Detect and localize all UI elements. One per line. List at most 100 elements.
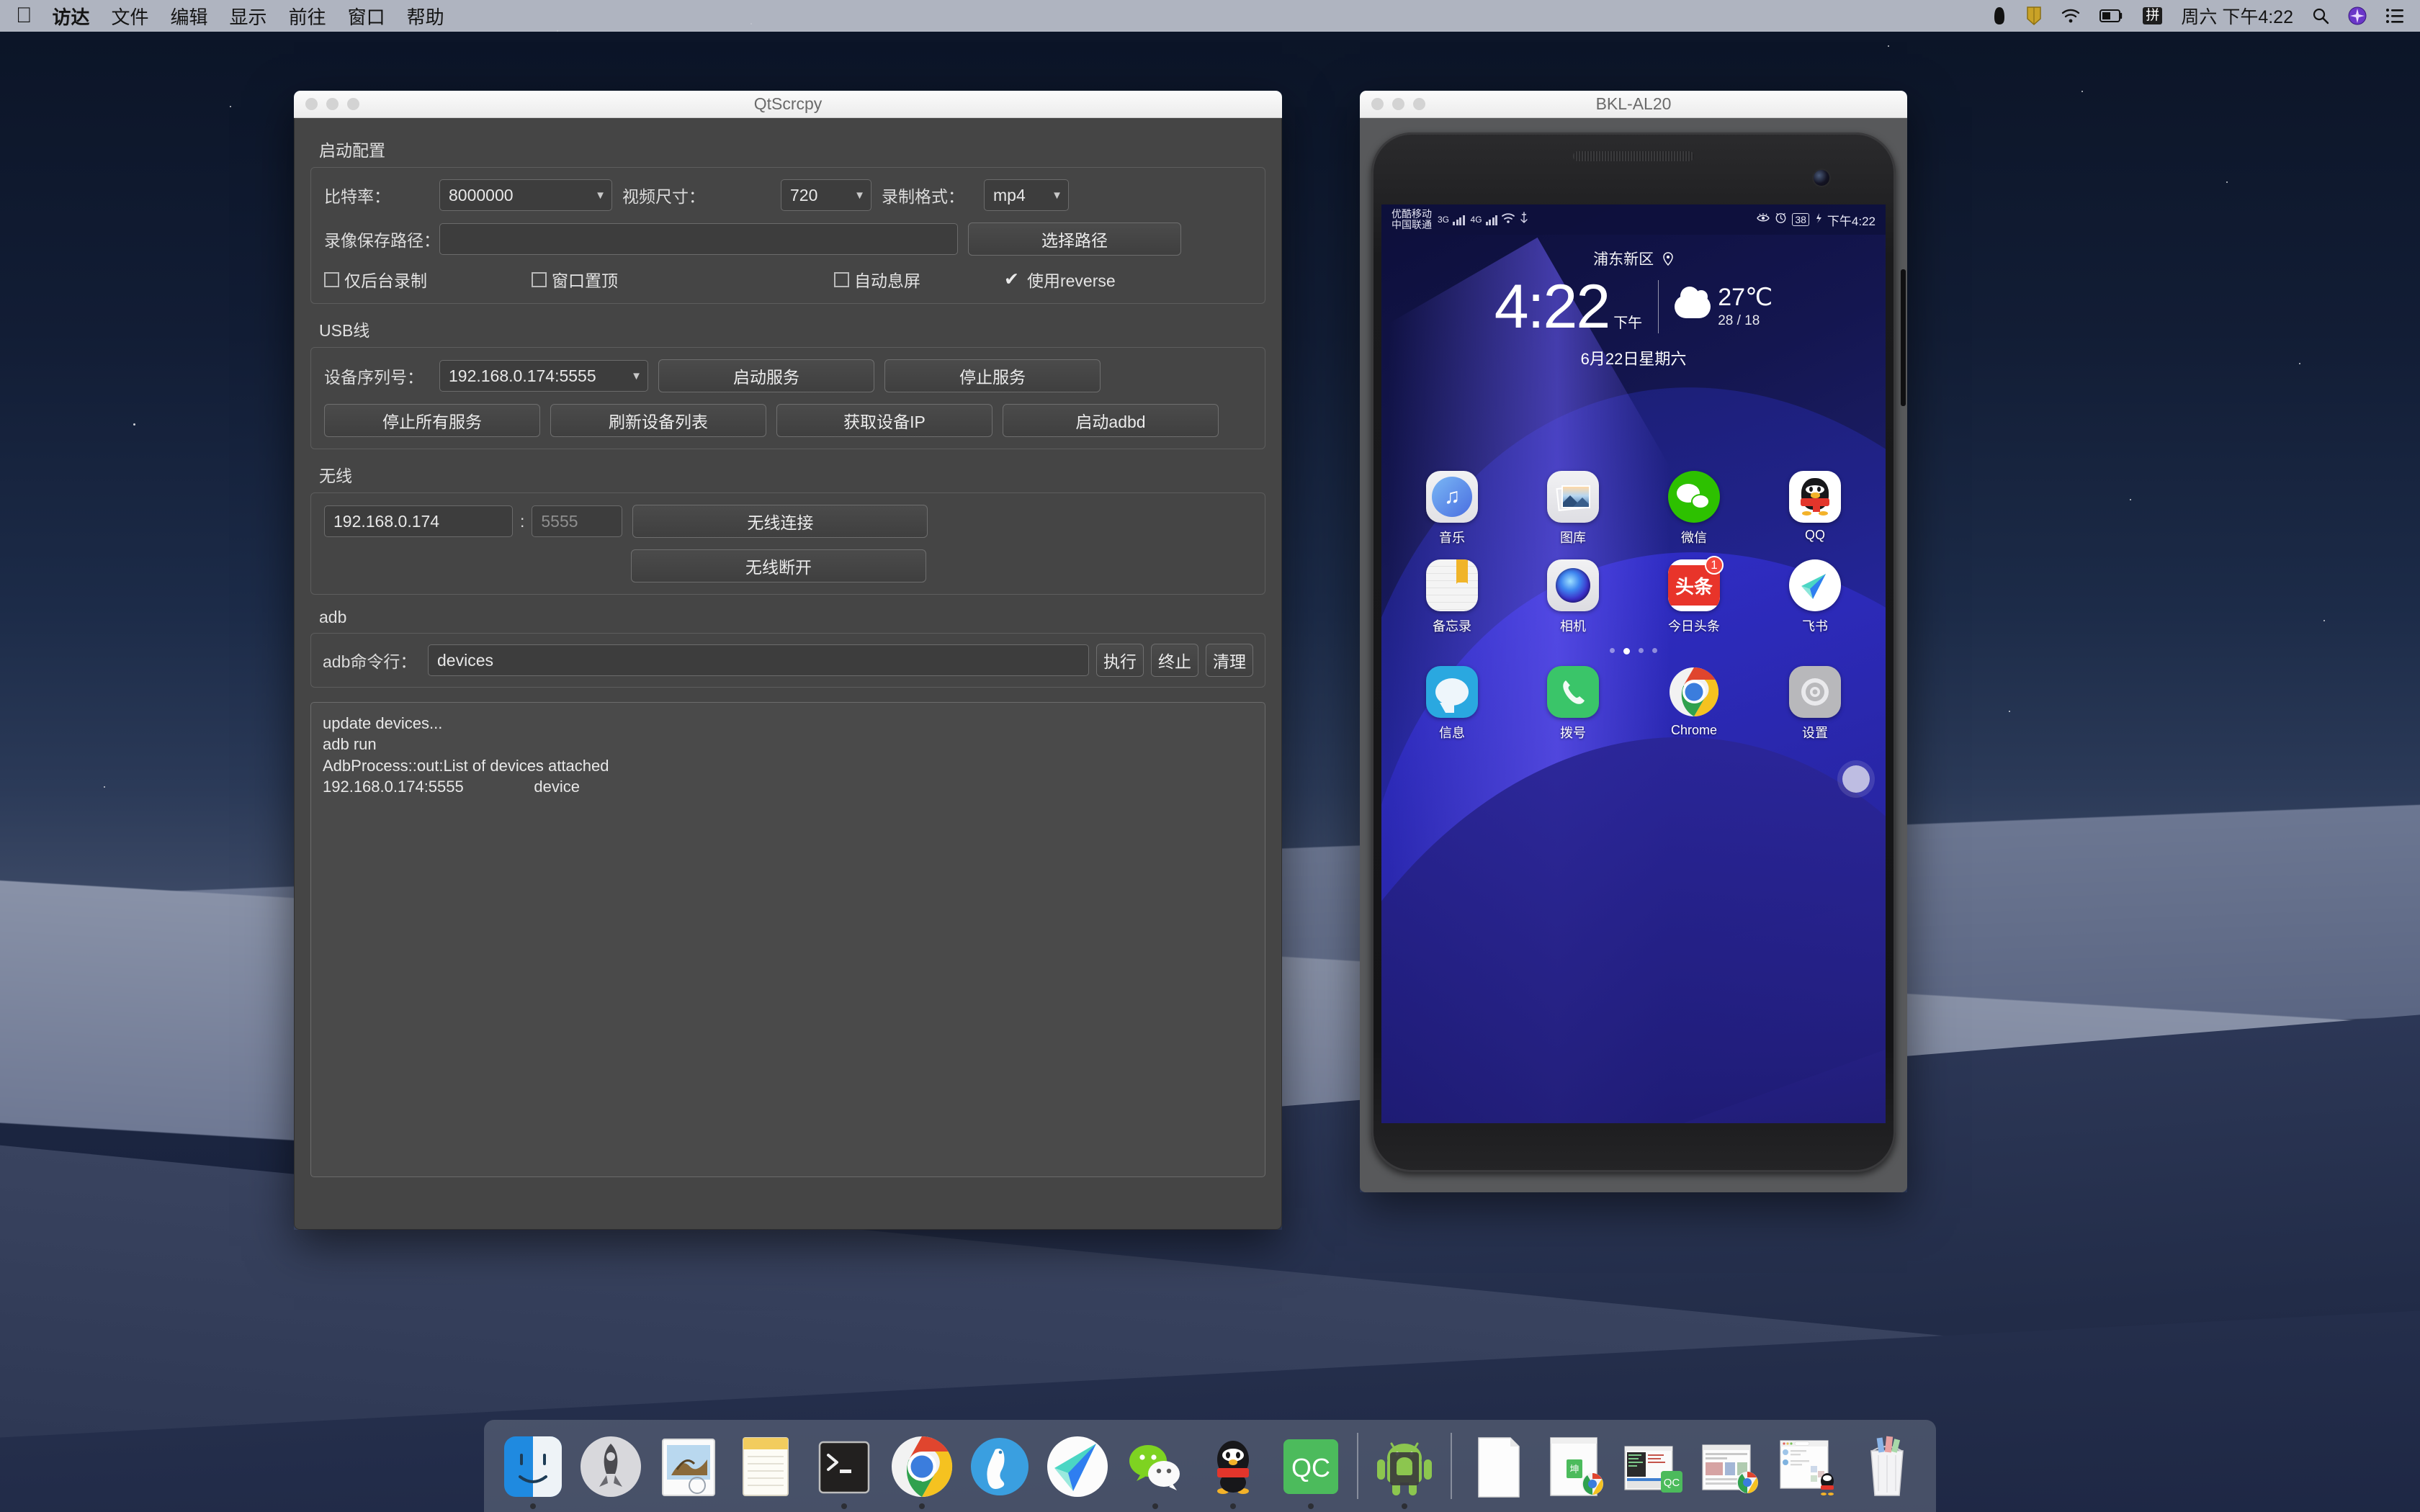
checkbox-use-reverse[interactable]: ✔ 使用reverse (1004, 267, 1116, 292)
trash-icon[interactable] (1852, 1432, 1922, 1501)
weather-block[interactable]: 27℃ 28 / 18 (1675, 285, 1773, 329)
dock-minimized-qq-window[interactable] (1770, 1432, 1848, 1512)
wireless-disconnect-button[interactable]: 无线断开 (631, 549, 926, 582)
menu-item-file[interactable]: 文件 (112, 3, 149, 30)
dock-minimized-chrome-window[interactable]: 坤 (1537, 1432, 1615, 1512)
bitrate-select[interactable]: 8000000 ▼ (439, 179, 612, 211)
notes-icon[interactable] (732, 1432, 801, 1501)
stop-service-button[interactable]: 停止服务 (884, 359, 1101, 392)
dock-item-terminal[interactable] (805, 1432, 883, 1512)
siri-icon[interactable] (2348, 6, 2367, 25)
terminal-icon[interactable] (810, 1432, 879, 1501)
app-dialer[interactable]: 拨号 (1541, 666, 1605, 742)
window-controls[interactable] (305, 98, 359, 110)
adb-command-input[interactable]: devices (428, 644, 1089, 676)
checkbox-box[interactable] (324, 272, 339, 287)
app-notes[interactable]: 备忘录 (1420, 559, 1484, 635)
search-icon[interactable] (2312, 7, 2329, 24)
adb-exec-button[interactable]: 执行 (1096, 644, 1144, 677)
minimize-button[interactable] (1392, 98, 1404, 110)
menu-item-go[interactable]: 前往 (289, 3, 326, 30)
menu-item-help[interactable]: 帮助 (407, 3, 444, 30)
adb-log-output[interactable]: update devices... adb run AdbProcess::ou… (310, 702, 1265, 1177)
refresh-device-list-button[interactable]: 刷新设备列表 (550, 404, 766, 437)
qtscrcpy-titlebar[interactable]: QtScrcpy (294, 91, 1282, 118)
video-size-select[interactable]: 720 ▼ (781, 179, 871, 211)
menu-item-window[interactable]: 窗口 (348, 3, 385, 30)
close-button[interactable] (305, 98, 318, 110)
device-serial-select[interactable]: 192.168.0.174:5555 ▼ (439, 360, 648, 392)
app-gallery[interactable]: 图库 (1541, 471, 1605, 546)
menu-item-edit[interactable]: 编辑 (171, 3, 208, 30)
maximize-button[interactable] (347, 98, 359, 110)
feishu-icon[interactable] (1043, 1432, 1112, 1501)
qq-window-icon[interactable] (1775, 1432, 1844, 1501)
checkbox-auto-screen-off[interactable]: 自动息屏 (834, 267, 1004, 292)
get-device-ip-button[interactable]: 获取设备IP (776, 404, 992, 437)
dock-item-qtscrcpy[interactable]: QC (1272, 1432, 1350, 1512)
minimize-button[interactable] (326, 98, 339, 110)
dock-minimized-chrome-window-2[interactable] (1693, 1432, 1770, 1512)
app-music[interactable]: ♫ 音乐 (1420, 471, 1484, 546)
dock-item-wechat[interactable] (1116, 1432, 1194, 1512)
clock-weather-widget[interactable]: 浦东新区 4:22 下午 27℃ 28 / 18 (1381, 248, 1886, 369)
floating-nav-ball-icon[interactable] (1842, 765, 1870, 793)
checkbox-box[interactable] (834, 272, 849, 287)
dock-item-feishu[interactable] (1039, 1432, 1116, 1512)
phone-window-controls[interactable] (1371, 98, 1425, 110)
power-button[interactable] (1901, 269, 1906, 406)
app-wechat[interactable]: 微信 (1662, 471, 1726, 546)
app-camera[interactable]: 相机 (1541, 559, 1605, 635)
dock-item-launchpad[interactable] (572, 1432, 650, 1512)
checkbox-box[interactable] (532, 272, 547, 287)
qc-icon[interactable]: QC (1276, 1432, 1345, 1501)
dock-minimized-qtscrcpy-window[interactable]: QC (1615, 1432, 1693, 1512)
record-format-select[interactable]: mp4 ▼ (984, 179, 1069, 211)
input-method-icon[interactable]: 拼 (2143, 7, 2162, 25)
dock-item-android-studio[interactable] (1366, 1432, 1443, 1512)
shield-icon[interactable] (2026, 6, 2042, 26)
page-dot[interactable] (1652, 648, 1657, 653)
wireless-connect-button[interactable]: 无线连接 (632, 505, 928, 538)
qc-window-icon[interactable]: QC (1619, 1432, 1688, 1501)
apple-icon[interactable]:  (16, 5, 32, 27)
maximize-button[interactable] (1413, 98, 1425, 110)
app-qq[interactable]: QQ (1783, 471, 1847, 546)
phone-mirror-content[interactable]: 优酷移动 中国联通 3G 4G (1360, 118, 1907, 1192)
qtscrcpy-window[interactable]: QtScrcpy 启动配置 比特率： 8000000 ▼ 视频尺寸： 720 ▼… (294, 91, 1282, 1230)
android-icon[interactable] (1370, 1432, 1439, 1501)
dock-item-chrome[interactable] (883, 1432, 961, 1512)
wifi-icon[interactable] (2061, 8, 2081, 24)
mail-icon[interactable] (654, 1432, 723, 1501)
app-messages[interactable]: 信息 (1420, 666, 1484, 742)
choose-path-button[interactable]: 选择路径 (968, 222, 1181, 256)
adb-clear-button[interactable]: 清理 (1206, 644, 1253, 677)
adb-stop-button[interactable]: 终止 (1151, 644, 1198, 677)
chrome-window-2-icon[interactable] (1697, 1432, 1766, 1501)
page-dot[interactable] (1639, 648, 1644, 653)
charles-proxy-icon[interactable] (965, 1432, 1034, 1501)
menu-item-finder[interactable]: 访达 (53, 3, 90, 30)
start-adbd-button[interactable]: 启动adbd (1003, 404, 1219, 437)
dock-item-notes[interactable] (727, 1432, 805, 1512)
menu-item-view[interactable]: 显示 (230, 3, 267, 30)
dock-minimized-document[interactable] (1459, 1432, 1537, 1512)
launchpad-icon[interactable] (576, 1432, 645, 1501)
battery-icon[interactable] (2099, 9, 2124, 23)
page-dot-active[interactable] (1623, 648, 1630, 654)
location-row[interactable]: 浦东新区 (1381, 248, 1886, 270)
app-settings[interactable]: 设置 (1783, 666, 1847, 742)
app-feishu[interactable]: 飞书 (1783, 559, 1847, 635)
wireless-port-input[interactable]: 5555 (532, 505, 622, 537)
finder-icon[interactable] (498, 1432, 568, 1501)
app-chrome[interactable]: Chrome (1662, 666, 1726, 742)
save-path-input[interactable] (439, 223, 958, 255)
user-silhouette-icon[interactable] (1991, 6, 2007, 25)
wireless-ip-input[interactable]: 192.168.0.174 (324, 505, 513, 537)
stop-all-services-button[interactable]: 停止所有服务 (324, 404, 540, 437)
macos-dock[interactable]: QC (484, 1420, 1936, 1512)
dock-item-charles[interactable] (961, 1432, 1039, 1512)
start-service-button[interactable]: 启动服务 (658, 359, 874, 392)
checkbox-background-record[interactable]: 仅后台录制 (324, 267, 532, 292)
close-button[interactable] (1371, 98, 1384, 110)
